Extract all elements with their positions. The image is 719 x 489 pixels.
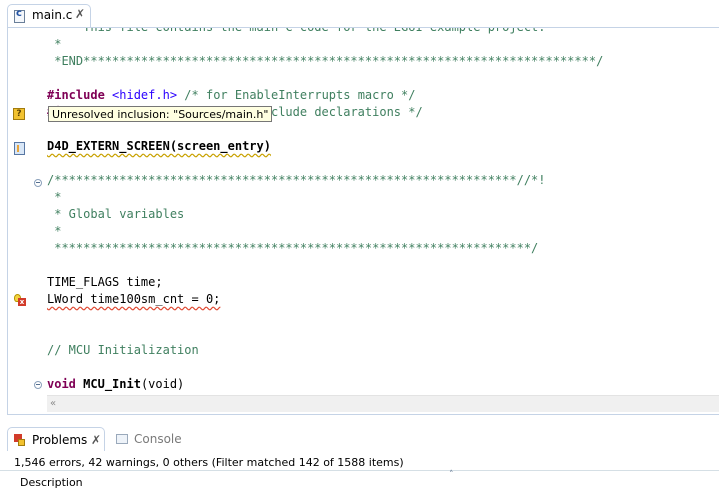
console-icon [116, 434, 128, 444]
editor-tab-main-c[interactable]: main.c ✗ [7, 4, 91, 28]
tab-console[interactable]: Console [115, 427, 195, 451]
fold-toggle-icon[interactable] [34, 381, 42, 389]
fold-toggle-icon[interactable] [34, 179, 42, 187]
column-header-label: Description [20, 476, 83, 489]
scroll-left-icon[interactable]: « [50, 396, 56, 412]
close-icon[interactable]: ✗ [91, 428, 101, 452]
problems-tab-bar: Problems ✗ Console [0, 423, 719, 453]
tab-problems-label: Problems [32, 433, 88, 447]
tab-console-label: Console [134, 432, 182, 446]
code-line: // MCU Initialization [47, 343, 199, 357]
code-line: void MCU_Init(void) [47, 377, 185, 391]
error-squiggle-text: LWord time100sm_cnt = 0; [47, 292, 221, 306]
column-header-description[interactable]: ˄ Description [0, 470, 719, 489]
code-line: * Global variables [47, 207, 185, 221]
code-line: #include <hidef.h> /* for EnableInterrup… [47, 88, 416, 102]
code-line-error: LWord time100sm_cnt = 0; [47, 291, 220, 308]
macro-call: D4D_EXTERN_SCREEN(screen_entry) [47, 139, 271, 153]
code-line: ****************************************… [47, 241, 539, 255]
code-line: /***************************************… [47, 173, 546, 187]
hover-tooltip: Unresolved inclusion: "Sources/main.h" [48, 106, 273, 122]
problems-view: Problems ✗ Console 1,546 errors, 42 warn… [0, 423, 719, 489]
editor-tab-bar: main.c ✗ [0, 0, 719, 28]
close-icon[interactable]: ✗ [75, 7, 85, 21]
code-line: *END************************************… [47, 54, 604, 68]
code-line: * This file contains the main C code for… [47, 27, 546, 34]
code-line: * [47, 190, 62, 204]
macro-expansion-marker-icon[interactable] [14, 142, 25, 155]
c-source-file-icon [14, 8, 25, 23]
code-line: * [47, 224, 62, 238]
tab-problems[interactable]: Problems ✗ [7, 427, 105, 451]
error-quickfix-marker-icon[interactable]: x [14, 294, 26, 306]
problems-summary: 1,546 errors, 42 warnings, 0 others (Fil… [14, 456, 404, 469]
code-editor[interactable]: ? x * This file contains the main C code… [7, 27, 719, 415]
editor-tab-label: main.c [32, 8, 73, 22]
code-line: D4D_EXTERN_SCREEN(screen_entry) [47, 138, 271, 155]
problems-icon [14, 434, 25, 447]
annotation-ruler [8, 28, 29, 414]
sort-indicator-icon: ˄ [449, 470, 454, 480]
code-line: TIME_FLAGS time; [47, 275, 163, 289]
warning-marker-icon[interactable]: ? [13, 108, 25, 120]
code-line: * [47, 37, 62, 51]
horizontal-scrollbar[interactable]: « [47, 395, 719, 412]
